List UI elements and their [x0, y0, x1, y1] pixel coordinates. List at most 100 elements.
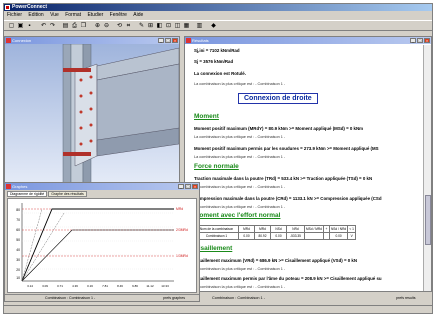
scroll-thumb[interactable]: [425, 195, 431, 245]
secant-curve: [21, 229, 174, 282]
rotate-icon[interactable]: ⟲: [116, 23, 123, 30]
results-titlebar[interactable]: Résultats: [185, 37, 431, 44]
help-icon[interactable]: ◆: [210, 23, 217, 30]
x-tick: 9.86: [132, 284, 138, 288]
undo-icon[interactable]: ↶: [40, 23, 47, 30]
graphs-status-right: prefs graphes: [163, 296, 185, 300]
moment-effort-section-title: Moment avec l'effort normal: [194, 212, 281, 219]
force-critical-1: La combinaison la plus critique est : - …: [194, 185, 286, 189]
table-cell: Combinaison 1: [194, 232, 239, 240]
copy-icon[interactable]: ❐: [80, 23, 87, 30]
shear-critical-1: La combinaison la plus critique est : - …: [194, 267, 286, 271]
end-plate: [74, 63, 98, 167]
y-tick: 40: [16, 248, 20, 252]
table-header-cell: < 1: [347, 225, 357, 233]
x-tick: 3.14: [27, 284, 33, 288]
mrd-label: MRd: [176, 207, 183, 211]
table-header-cell: MRd: [238, 225, 255, 233]
moment-line-1: Moment positif maximum (MRdY) = 80.9 kNm…: [194, 126, 364, 131]
table-header-cell: NRd: [286, 225, 305, 233]
results-scrollbar[interactable]: [423, 45, 431, 291]
close-icon[interactable]: ×: [424, 38, 430, 43]
menu-fenetre[interactable]: Fenêtre: [110, 12, 127, 18]
stiffener-top: [63, 68, 91, 72]
menu-format[interactable]: Format: [65, 12, 81, 18]
minimize-icon[interactable]: _: [158, 38, 164, 43]
column-flange-back: [62, 44, 72, 187]
menu-edition[interactable]: Edition: [28, 12, 43, 18]
bolt-icon[interactable]: ⊡: [165, 23, 172, 30]
open-folder-icon[interactable]: ▣: [17, 23, 24, 30]
moment-critical-1: La combinaison la plus critique est : - …: [194, 135, 286, 139]
menu-etudier[interactable]: Etudier: [87, 12, 103, 18]
stiffness-plot: 80 70 60 50 40 30 20 10 3.14 3.09 0.71 4…: [7, 198, 197, 293]
moment-critical-2: La combinaison la plus critique est : - …: [194, 155, 286, 159]
menu-aide[interactable]: Aide: [133, 12, 143, 18]
tab-stiffness-diagram[interactable]: Diagramme de rigidité: [7, 191, 48, 197]
menu-vue[interactable]: Vue: [50, 12, 59, 18]
table-header-cell: NSd: [270, 225, 287, 233]
table-header-cell: MRd: [254, 225, 271, 233]
zoom-in-icon[interactable]: ⊕: [94, 23, 101, 30]
y-tick: 60: [16, 228, 20, 232]
table-cell: -533.35: [286, 232, 305, 240]
results-title: Résultats: [192, 38, 209, 43]
window-icon: [6, 184, 11, 189]
redo-icon[interactable]: ↷: [49, 23, 56, 30]
beam-icon[interactable]: ⊞: [147, 23, 154, 30]
window-icon: [186, 38, 191, 43]
pencil-icon[interactable]: ✎: [138, 23, 145, 30]
table-icon[interactable]: ▦: [183, 23, 190, 30]
stiffness-chart: 80 70 60 50 40 30 20 10 3.14 3.09 0.71 4…: [16, 203, 188, 288]
graphs-status-bar: Combinaison : Combinaison 1 - prefs grap…: [5, 294, 199, 301]
shear-line-2: Cisaillement maximum permis par l'âme du…: [194, 276, 382, 281]
plate-icon[interactable]: ◧: [156, 23, 163, 30]
connection-3d-window: Connexion _ □ ×: [4, 36, 180, 188]
maximize-icon[interactable]: □: [165, 38, 171, 43]
connection-3d-titlebar[interactable]: Connexion: [5, 37, 179, 44]
maximize-icon[interactable]: □: [185, 184, 191, 189]
table-cell: 0.00: [328, 232, 349, 240]
x-tick: 8.46: [117, 284, 123, 288]
graphs-titlebar[interactable]: Graphes: [5, 183, 199, 190]
fit-icon[interactable]: ⌗: [125, 23, 132, 30]
app-title: PowerConnect: [12, 4, 48, 10]
y-tick: 30: [16, 258, 20, 262]
close-icon[interactable]: ×: [192, 184, 198, 189]
report-icon[interactable]: ▥: [196, 23, 203, 30]
stiffness-curve: [21, 208, 174, 282]
two-thirds-mrd-label: 2/3MRd: [176, 228, 188, 232]
graphs-title: Graphes: [12, 184, 28, 189]
y-tick: 10: [16, 276, 20, 280]
y-tick: 50: [16, 238, 20, 242]
y-tick: 70: [16, 218, 20, 222]
stiffener-bottom: [63, 152, 91, 156]
window-icon: [6, 38, 11, 43]
x-tick: 7.81: [102, 284, 108, 288]
connection-3d-viewport[interactable]: [5, 44, 179, 187]
critical-combination: La combinaison la plus critique est : - …: [194, 82, 286, 86]
x-tick: 11.12: [146, 284, 154, 288]
weld-icon[interactable]: ◫: [174, 23, 181, 30]
results-status-text: Combinaison : Combinaison 1 -: [212, 296, 265, 300]
zoom-out-icon[interactable]: ⊖: [103, 23, 110, 30]
save-icon[interactable]: ▪: [26, 23, 33, 30]
table-header-cell: NSd / NRd: [328, 225, 349, 233]
table-header-cell: MSd / MRd: [304, 225, 324, 233]
table-cell: [304, 232, 324, 240]
preview-icon[interactable]: ▤: [62, 23, 69, 30]
tab-results-graph[interactable]: Graphe des résultats: [48, 191, 87, 197]
minimize-icon[interactable]: _: [178, 184, 184, 189]
minimize-icon[interactable]: _: [410, 38, 416, 43]
results-window: Résultats _ □ × Sj,ini = 7102 kNm/Rad Sj =…: [184, 36, 432, 292]
maximize-icon[interactable]: □: [417, 38, 423, 43]
moment-effort-table: Nom de la combinaison MRd MRd NSd NRd MS…: [194, 225, 357, 240]
app-logo-icon: [5, 5, 10, 10]
print-icon[interactable]: ⎙: [71, 23, 78, 30]
results-status-right: prefs results: [396, 296, 416, 300]
x-tick: 4.36: [72, 284, 78, 288]
y-tick: 20: [16, 268, 20, 272]
menu-fichier[interactable]: Fichier: [7, 12, 22, 18]
new-file-icon[interactable]: ▢: [8, 23, 15, 30]
close-icon[interactable]: ×: [172, 38, 178, 43]
